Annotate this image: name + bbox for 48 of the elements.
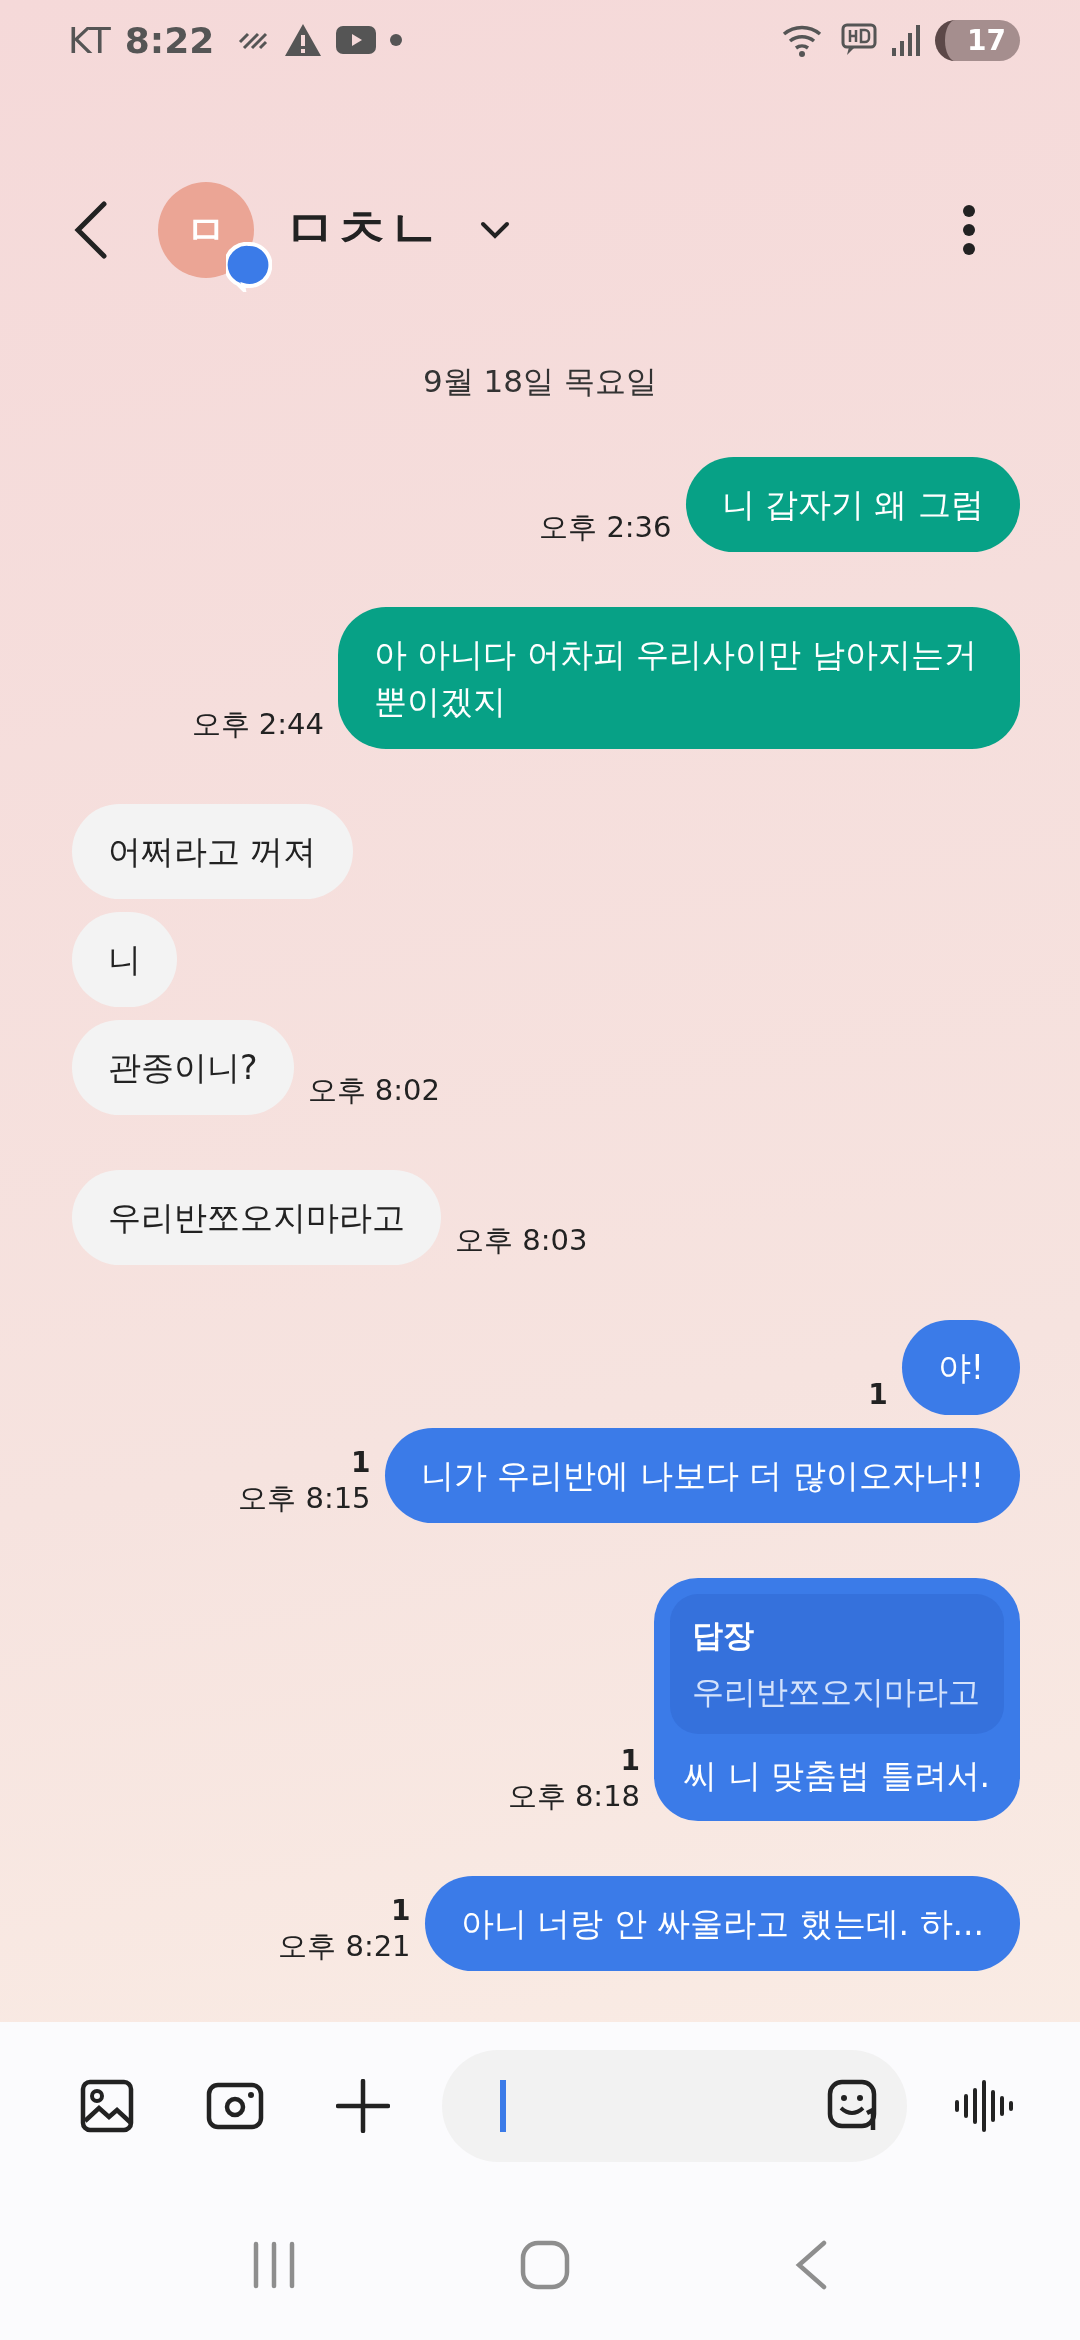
message-time: 오후 8:02 — [307, 1072, 440, 1109]
message-text: 씨 니 맞춤법 틀려서. — [683, 1755, 991, 1797]
hd-icon — [841, 23, 878, 57]
warning-icon — [284, 23, 323, 57]
message-bubble[interactable]: 야! — [901, 1320, 1020, 1415]
back-button[interactable] — [72, 200, 108, 260]
message-bubble[interactable]: 니 갑자기 왜 그럼 — [685, 457, 1020, 552]
quoted-message[interactable]: 답장 우리반쪼오지마라고 — [670, 1594, 1004, 1734]
chat-bubble-icon — [226, 242, 272, 292]
message-bubble[interactable]: 어쩌라고 꺼져 — [72, 804, 353, 899]
signal-icon — [891, 24, 922, 56]
message-bubble[interactable]: 니 — [72, 912, 177, 1007]
message-bubble[interactable]: 아 아니다 어차피 우리사이만 남아지는거 뿐이겠지 — [338, 607, 1020, 749]
voice-record-button[interactable] — [954, 2080, 1014, 2132]
message-time: 오후 8:21 — [278, 1928, 411, 1965]
text-cursor — [500, 2080, 506, 2132]
quoted-text: 우리반쪼오지마라고 — [692, 1672, 982, 1713]
unread-count: 1 — [868, 1378, 888, 1411]
date-divider: 9월 18일 목요일 — [423, 362, 657, 401]
message-time: 오후 8:03 — [455, 1222, 588, 1259]
gallery-button[interactable] — [80, 2079, 134, 2133]
contact-name[interactable]: ㅁㅊㄴ — [284, 195, 440, 265]
nav-back-button[interactable] — [794, 2240, 828, 2290]
status-time: 8:22 — [124, 19, 215, 61]
unread-count: 1 — [620, 1744, 641, 1777]
sticker-icon[interactable] — [827, 2079, 879, 2133]
video-play-icon — [336, 26, 377, 54]
message-bubble[interactable]: 우리반쪼오지마라고 — [72, 1170, 441, 1265]
unread-count: 1 — [351, 1446, 371, 1479]
battery-indicator: 17 — [935, 19, 1020, 61]
message-bubble[interactable]: 아니 너랑 안 싸울라고 했는데. 하... — [424, 1876, 1020, 1971]
message-time: 오후 8:15 — [238, 1480, 371, 1517]
home-button[interactable] — [520, 2240, 570, 2290]
message-bubble[interactable]: 관종이니? — [72, 1020, 294, 1115]
chevron-down-icon[interactable] — [480, 221, 510, 239]
reply-label: 답장 — [692, 1616, 756, 1655]
recent-apps-button[interactable] — [252, 2241, 296, 2289]
message-bubble[interactable]: 니가 우리반에 나보다 더 많이오자나!! — [384, 1428, 1020, 1523]
reply-message-bubble[interactable]: 답장 우리반쪼오지마라고 씨 니 맞춤법 틀려서. — [654, 1578, 1020, 1821]
carrier-name: KT — [68, 19, 111, 61]
dot-icon — [390, 34, 403, 46]
message-time: 오후 2:44 — [191, 706, 324, 743]
unread-count: 1 — [391, 1894, 411, 1927]
message-time: 오후 2:36 — [539, 509, 672, 546]
add-button[interactable] — [336, 2079, 390, 2133]
camera-button[interactable] — [206, 2082, 264, 2130]
message-time: 오후 8:18 — [507, 1778, 641, 1815]
more-options-icon[interactable] — [962, 204, 976, 256]
